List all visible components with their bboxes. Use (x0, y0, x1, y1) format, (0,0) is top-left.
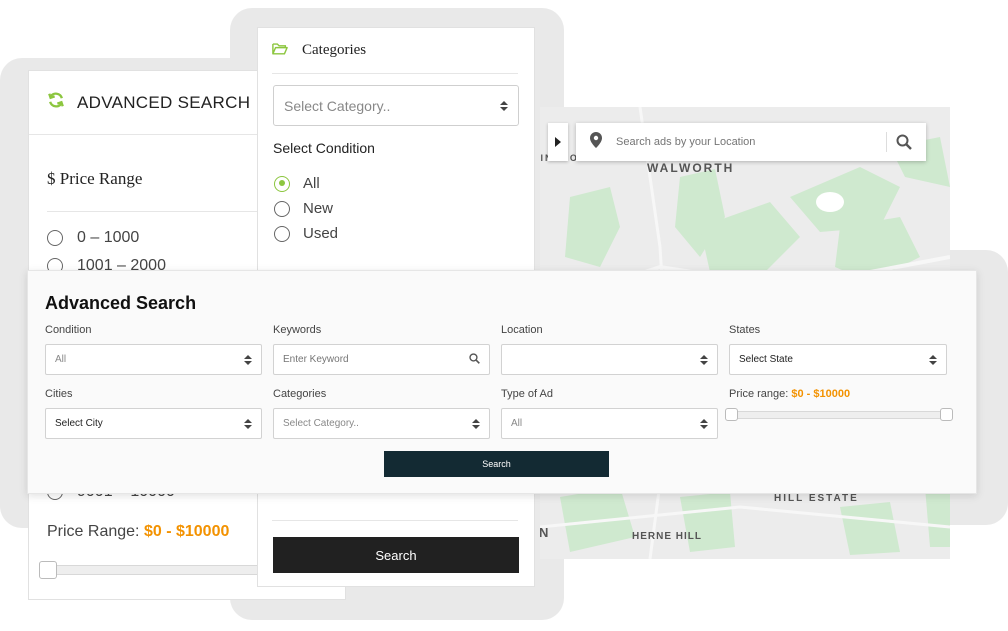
sort-arrows-icon (244, 354, 252, 365)
caret-right-icon (555, 137, 561, 147)
categories-header: Categories (272, 28, 518, 74)
type-of-ad-label: Type of Ad (501, 388, 553, 400)
category-select-value: Select Category.. (284, 97, 391, 114)
price-slider-handle-min[interactable] (39, 561, 57, 579)
cities-label: Cities (45, 388, 73, 400)
condition-label: Condition (45, 324, 92, 336)
divider (886, 132, 887, 152)
price-slider-handle-max[interactable] (940, 408, 953, 421)
condition-label: Used (303, 225, 339, 242)
location-select[interactable] (501, 344, 718, 375)
type-of-ad-select[interactable]: All (501, 408, 718, 439)
advanced-search-heading: ADVANCED SEARCH (77, 92, 251, 112)
category-select[interactable]: Select Category.. (273, 85, 519, 126)
keyword-input[interactable] (283, 354, 453, 365)
condition-option-all[interactable]: All (274, 175, 320, 192)
price-range-label: Price range: (729, 388, 789, 400)
map-label-n: N (540, 525, 551, 540)
price-slider-track[interactable] (731, 411, 951, 419)
categories-title: Categories (302, 42, 367, 58)
price-range-readout: Price Range: $0 - $10000 (47, 523, 229, 541)
radio-button[interactable] (47, 230, 63, 246)
states-select[interactable]: Select State (729, 344, 947, 375)
price-option-label: 0 – 1000 (77, 229, 140, 246)
advanced-search-panel: Advanced Search Condition All Keywords L… (27, 270, 977, 494)
folder-open-icon (272, 42, 288, 60)
price-slider-handle-min[interactable] (725, 408, 738, 421)
categories-select[interactable]: Select Category.. (273, 408, 490, 439)
type-of-ad-select-value: All (511, 418, 523, 429)
condition-title: Select Condition (273, 140, 375, 156)
condition-label: New (303, 200, 334, 217)
map-sidebar-toggle[interactable] (548, 123, 568, 161)
price-range-title: $ Price Range (47, 169, 143, 188)
map-label-walworth: WALWORTH (647, 161, 735, 175)
sort-arrows-icon (244, 418, 252, 429)
map-label-herne-hill: HERNE HILL (632, 531, 702, 542)
map-location-search[interactable] (576, 123, 926, 161)
states-select-value: Select State (739, 354, 793, 365)
keywords-label: Keywords (273, 324, 322, 336)
price-range-value: $0 - $10000 (143, 523, 230, 540)
advanced-search-button[interactable]: Search (384, 451, 609, 477)
price-range-value: $0 - $10000 (791, 388, 851, 400)
sort-arrows-icon (500, 100, 508, 111)
map-pin-icon (590, 131, 602, 153)
price-option-1[interactable]: 0 – 1000 (47, 229, 139, 247)
refresh-icon[interactable] (47, 91, 65, 114)
location-search-input[interactable] (616, 136, 866, 148)
condition-option-used[interactable]: Used (274, 225, 338, 242)
radio-button-selected[interactable] (274, 175, 290, 192)
price-range-readout: Price range: $0 - $10000 (729, 388, 850, 400)
condition-select-value: All (55, 354, 67, 365)
search-icon[interactable] (896, 134, 912, 155)
sort-arrows-icon (472, 418, 480, 429)
location-label: Location (501, 324, 543, 336)
cities-select-value: Select City (55, 418, 103, 429)
price-range-label: Price Range: (47, 523, 140, 540)
radio-button[interactable] (274, 200, 290, 217)
map-label-hill-estate: HILL ESTATE (774, 493, 859, 504)
condition-label: All (303, 175, 320, 192)
keyword-field[interactable] (273, 344, 490, 375)
divider (272, 520, 518, 521)
states-label: States (729, 324, 761, 336)
advanced-search-title: Advanced Search (45, 293, 197, 313)
sort-arrows-icon (929, 354, 937, 365)
condition-option-new[interactable]: New (274, 200, 333, 217)
cities-select[interactable]: Select City (45, 408, 262, 439)
search-button[interactable]: Search (273, 537, 519, 573)
sort-arrows-icon (700, 354, 708, 365)
categories-select-value: Select Category.. (283, 418, 359, 429)
search-icon[interactable] (469, 352, 480, 367)
sort-arrows-icon (700, 418, 708, 429)
categories-label: Categories (273, 388, 327, 400)
radio-button[interactable] (274, 225, 290, 242)
condition-select[interactable]: All (45, 344, 262, 375)
